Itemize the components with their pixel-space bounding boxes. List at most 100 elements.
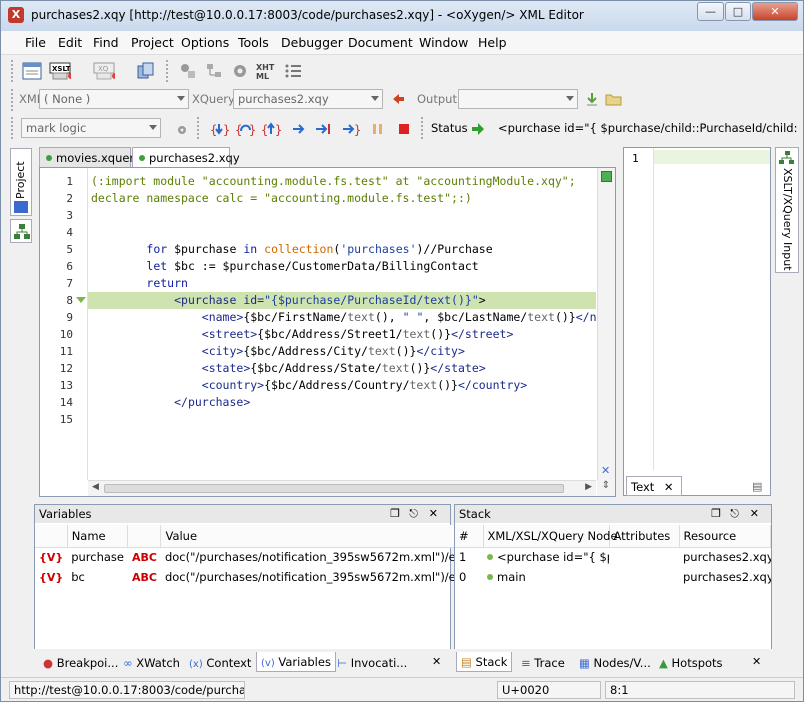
scroll-right-icon[interactable]: ▶ xyxy=(585,482,592,492)
restore-icon[interactable]: ❐ xyxy=(390,507,400,520)
vertical-scrollbar[interactable]: ✕ xyxy=(597,168,615,480)
code-editor[interactable]: 1 2 3 4 5 6 7 8 9 10 11 12 13 14 15 (:import module "a… xyxy=(39,167,616,497)
pin-icon[interactable]: ⎋ xyxy=(409,507,418,521)
close-icon[interactable]: ✕ xyxy=(432,655,441,668)
folder-icon[interactable] xyxy=(603,88,625,110)
xml-select[interactable]: ( None ) xyxy=(39,89,189,109)
close-icon[interactable]: ✕ xyxy=(752,655,761,668)
document-view-icon[interactable] xyxy=(21,60,43,82)
green-arrow-icon[interactable] xyxy=(467,118,489,140)
column-header-attributes[interactable]: Attributes xyxy=(609,525,680,548)
batch-icon[interactable] xyxy=(135,60,157,82)
project-side-tab[interactable]: Project xyxy=(10,148,32,216)
menu-tools[interactable]: Tools xyxy=(238,35,269,50)
list-icon[interactable] xyxy=(283,60,305,82)
column-header[interactable] xyxy=(127,525,162,548)
expand-icon[interactable]: ⇕ xyxy=(597,480,615,496)
horizontal-scrollbar[interactable]: ◀ ▶ xyxy=(88,480,596,496)
menu-options[interactable]: Options xyxy=(181,35,229,50)
column-header[interactable] xyxy=(35,525,68,548)
code-line[interactable]: <purchase id="{$purchase/PurchaseId/text… xyxy=(91,292,486,309)
menu-debugger[interactable]: Debugger xyxy=(281,35,343,50)
xslt-transform-icon[interactable]: XSLT xyxy=(49,60,71,82)
xquery-select[interactable]: purchases2.xqy xyxy=(233,89,383,109)
tab-trace[interactable]: ≡ Trace xyxy=(516,652,570,672)
menu-file[interactable]: File xyxy=(25,35,46,50)
code-line[interactable]: </purchase> xyxy=(91,394,250,411)
download-icon[interactable] xyxy=(581,88,603,110)
code-area[interactable]: (:import module "accounting.module.fs.te… xyxy=(88,168,596,480)
engine-select[interactable]: mark logic xyxy=(21,118,161,138)
minimize-button[interactable]: — xyxy=(697,2,724,21)
tab-variables[interactable]: (v) Variables xyxy=(256,652,336,672)
close-split-icon[interactable]: ✕ xyxy=(601,464,610,477)
step-over-icon[interactable]: {} xyxy=(235,118,257,140)
code-line[interactable]: for $purchase in collection('purchases')… xyxy=(91,241,492,258)
close-icon[interactable]: ✕ xyxy=(750,507,759,520)
tab-movies-xquery[interactable]: movies.xquery xyxy=(39,147,141,167)
code-line[interactable]: <street>{$bc/Address/Street1/text()}</st… xyxy=(91,326,514,343)
table-row[interactable]: 0 main purchases2.xqy xyxy=(455,567,771,587)
code-line[interactable]: declare namespace calc = "accounting.mod… xyxy=(91,190,472,207)
outline-side-tab[interactable] xyxy=(10,219,32,243)
menu-help[interactable]: Help xyxy=(478,35,507,50)
back-arrow-icon[interactable] xyxy=(387,88,409,110)
tab-hotspots[interactable]: ▲ Hotspots xyxy=(654,652,728,672)
schema-icon[interactable] xyxy=(203,60,225,82)
column-header-node[interactable]: XML/XSL/XQuery Node xyxy=(483,525,618,548)
stop-icon[interactable] xyxy=(393,118,415,140)
tab-breakpoints[interactable]: ● Breakpoi... xyxy=(38,652,123,672)
fold-arrow-icon[interactable] xyxy=(76,297,86,303)
code-line[interactable]: return xyxy=(91,275,188,292)
code-line[interactable]: <state>{$bc/Address/State/text()}</state… xyxy=(91,360,486,377)
tab-nodes[interactable]: ▦ Nodes/V... xyxy=(574,652,656,672)
close-icon[interactable]: ✕ xyxy=(664,480,674,494)
output-select[interactable] xyxy=(458,89,578,109)
xhtml-icon[interactable]: XHT ML xyxy=(255,60,277,82)
column-header-num[interactable]: # xyxy=(455,525,484,548)
close-button[interactable]: ✕ xyxy=(752,2,798,21)
code-line[interactable]: (:import module "accounting.module.fs.te… xyxy=(91,173,576,190)
maximize-button[interactable]: □ xyxy=(725,2,751,21)
tab-text-output[interactable]: Text ✕ xyxy=(626,476,682,496)
xslt-input-side-tab[interactable]: XSLT/XQuery Input xyxy=(775,147,799,273)
table-row[interactable]: {V} bc ABC doc("/purchases/notification_… xyxy=(35,567,522,587)
code-line[interactable]: <country>{$bc/Address/Country/text()}</c… xyxy=(91,377,527,394)
tab-stack[interactable]: ▤ Stack xyxy=(456,652,513,672)
menu-document[interactable]: Document xyxy=(348,35,413,50)
scroll-left-icon[interactable]: ◀ xyxy=(92,482,99,492)
menu-edit[interactable]: Edit xyxy=(58,35,82,50)
table-row[interactable]: {V} purchase ABC doc("/purchases/notific… xyxy=(35,547,522,567)
tab-context[interactable]: (x) Context xyxy=(184,652,256,672)
column-header-resource[interactable]: Resource xyxy=(679,525,771,548)
oxygen-x-icon[interactable]: X xyxy=(8,7,24,23)
tools-icon[interactable] xyxy=(177,60,199,82)
code-line[interactable]: <name>{$bc/FirstName/text(), " ", $bc/La… xyxy=(91,309,596,326)
settings-gear-icon[interactable] xyxy=(171,118,193,140)
pause-icon[interactable] xyxy=(367,118,389,140)
column-header-name[interactable]: Name xyxy=(67,525,129,548)
tab-label: Variables xyxy=(278,655,331,669)
menu-window[interactable]: Window xyxy=(419,35,468,50)
run-to-cursor-icon[interactable] xyxy=(313,118,335,140)
table-row[interactable]: 1 <purchase id="{ $pu... purchases2.xqy xyxy=(455,547,771,567)
project-side-tab-label: Project xyxy=(14,161,27,199)
xq-transform-icon[interactable]: XQ xyxy=(93,60,115,82)
step-into-icon[interactable]: {} xyxy=(209,118,231,140)
wrap-icon[interactable]: ▤ xyxy=(752,480,762,493)
gear-icon[interactable] xyxy=(229,60,251,82)
menu-project[interactable]: Project xyxy=(131,35,174,50)
horizontal-scroll-thumb[interactable] xyxy=(104,484,564,493)
restore-icon[interactable]: ❐ xyxy=(711,507,721,520)
tab-purchases2-xqy[interactable]: purchases2.xqy xyxy=(132,147,240,167)
pin-icon[interactable]: ⎋ xyxy=(730,507,739,521)
menu-find[interactable]: Find xyxy=(93,35,119,50)
close-icon[interactable]: ✕ xyxy=(429,507,438,520)
tab-xwatch[interactable]: ∞ XWatch xyxy=(118,652,185,672)
tab-invocation[interactable]: ⊢ Invocati... xyxy=(332,652,412,672)
step-out-icon[interactable]: {} xyxy=(261,118,283,140)
code-line[interactable]: <city>{$bc/Address/City/text()}</city> xyxy=(91,343,465,360)
run-to-end-icon[interactable]: } xyxy=(340,118,362,140)
run-arrow-icon[interactable] xyxy=(288,118,310,140)
code-line[interactable]: let $bc := $purchase/CustomerData/Billin… xyxy=(91,258,478,275)
